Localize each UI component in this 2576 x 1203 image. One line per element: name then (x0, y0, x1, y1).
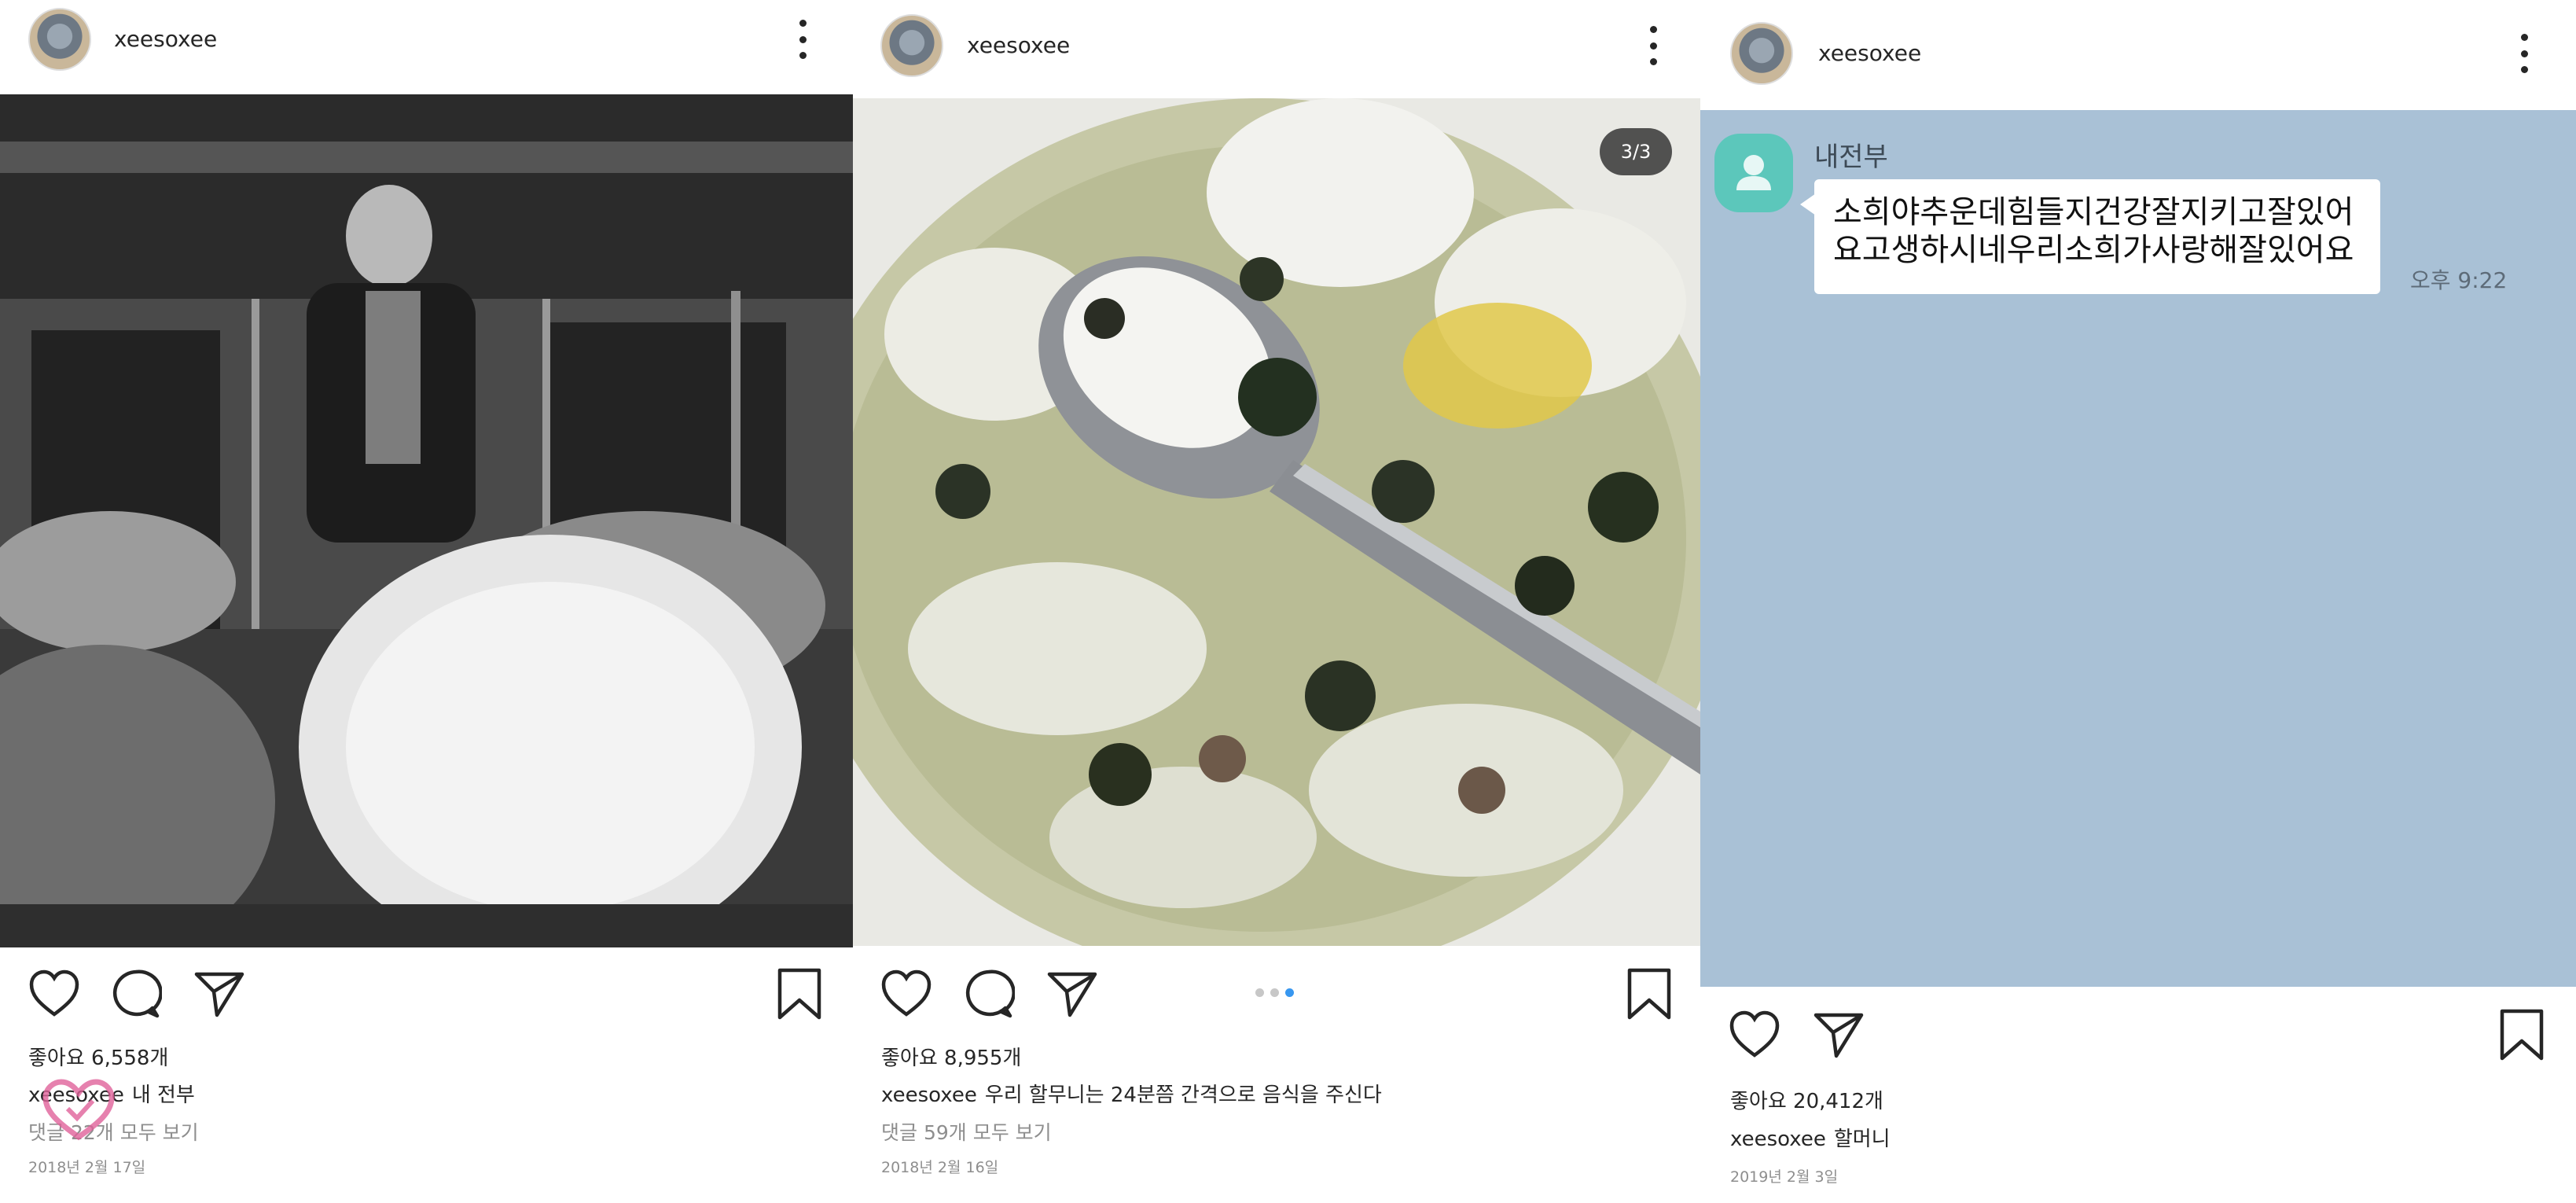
likes-count[interactable]: 좋아요 20,412개 (1730, 1085, 1883, 1114)
more-options-icon[interactable] (797, 20, 808, 59)
heart-icon[interactable] (880, 969, 932, 1017)
caption-username[interactable]: xeesoxee (1730, 1128, 1826, 1151)
carousel-dot-active (1285, 988, 1294, 997)
carousel-indicator (1255, 988, 1294, 997)
profile-username[interactable]: xeesoxee (114, 26, 217, 52)
heart-icon[interactable] (28, 969, 80, 1017)
person-icon (1736, 155, 1771, 190)
likes-count[interactable]: 좋아요 8,955개 (881, 1042, 1021, 1071)
chat-message-time: 오후 9:22 (2410, 267, 2508, 293)
post-caption: xeesoxee 할머니 (1730, 1123, 1891, 1152)
instagram-post-3: xeesoxee 내전부 소희야추운데힘들지건강잘지키고잘있어 요고생하시네우리… (1700, 0, 2576, 1203)
post-date: 2018년 2월 17일 (28, 1159, 146, 1176)
send-icon[interactable] (1813, 1010, 1865, 1059)
caption-text: 내 전부 (131, 1083, 195, 1107)
bookmark-icon[interactable] (777, 967, 822, 1021)
more-options-icon[interactable] (2519, 34, 2530, 73)
instagram-post-1: xeesoxee 좋아요 6,558개 xeesoxee 내 전부 댓글 22개… (0, 0, 853, 1203)
carousel-counter: 3/3 (1600, 128, 1672, 175)
profile-username[interactable]: xeesoxee (967, 32, 1070, 58)
more-options-icon[interactable] (1648, 26, 1659, 65)
carousel-dot (1255, 988, 1264, 997)
chat-contact-avatar (1714, 134, 1793, 212)
send-icon[interactable] (1046, 969, 1098, 1018)
profile-avatar[interactable] (28, 8, 91, 71)
chat-message-line: 소희야추운데힘들지건강잘지키고잘있어 (1833, 194, 2354, 230)
heart-icon[interactable] (1729, 1010, 1780, 1058)
post-caption: xeesoxee 우리 할무니는 24분쯤 간격으로 음식을 주신다 (881, 1079, 1382, 1108)
post-photo-grandmother-flowers[interactable] (0, 94, 853, 947)
post-photo-soup[interactable] (853, 98, 1700, 946)
view-all-comments-link[interactable]: 댓글 59개 모두 보기 (881, 1117, 1052, 1146)
bookmark-icon[interactable] (2499, 1008, 2545, 1061)
comment-icon[interactable] (110, 969, 162, 1019)
chat-sender-name: 내전부 (1814, 142, 1888, 173)
chat-message-bubble: 소희야추운데힘들지건강잘지키고잘있어 요고생하시네우리소희가사랑해잘있어요 (1800, 179, 2380, 294)
caption-text: 우리 할무니는 24분쯤 간격으로 음식을 주신다 (984, 1083, 1382, 1107)
post-date: 2019년 2월 3일 (1730, 1168, 1839, 1186)
profile-username[interactable]: xeesoxee (1818, 40, 1921, 66)
send-icon[interactable] (193, 969, 245, 1018)
carousel-dot (1270, 988, 1279, 997)
profile-avatar[interactable] (880, 14, 943, 77)
heart-logo-watermark-icon (42, 1079, 115, 1141)
chat-message-line: 요고생하시네우리소희가사랑해잘있어요 (1833, 232, 2354, 268)
post-date: 2018년 2월 16일 (881, 1159, 999, 1176)
post-photo-chat-screenshot[interactable]: 내전부 소희야추운데힘들지건강잘지키고잘있어 요고생하시네우리소희가사랑해잘있어… (1700, 110, 2576, 987)
profile-avatar[interactable] (1730, 22, 1793, 85)
screenshot-collage: xeesoxee 좋아요 6,558개 xeesoxee 내 전부 댓글 22개… (0, 0, 2576, 1203)
comment-icon[interactable] (963, 969, 1015, 1019)
instagram-post-2: xeesoxee 3/3 좋아요 8,955개 xeesoxee 우리 할무니는… (853, 0, 1700, 1203)
likes-count[interactable]: 좋아요 6,558개 (28, 1042, 168, 1071)
caption-text: 할머니 (1833, 1128, 1891, 1151)
bookmark-icon[interactable] (1626, 967, 1672, 1021)
caption-username[interactable]: xeesoxee (881, 1083, 977, 1107)
